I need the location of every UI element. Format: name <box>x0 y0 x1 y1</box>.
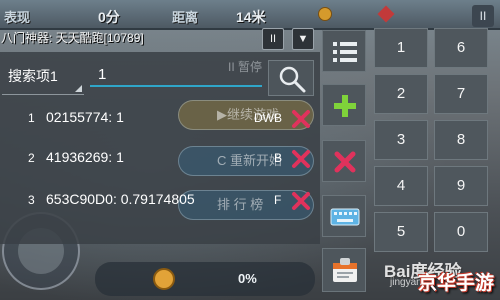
result-row[interactable]: 1 02155774: 1 DWB <box>0 102 320 136</box>
key-4[interactable]: 4 <box>374 166 428 206</box>
result-value: 653C90D0: 0.79174805 <box>46 191 195 207</box>
key-8[interactable]: 8 <box>434 120 488 160</box>
distance-value: 14米 <box>236 9 266 25</box>
score-label: 表现 <box>4 10 31 25</box>
coin-icon <box>318 7 332 21</box>
result-row[interactable]: 2 41936269: 1 B <box>0 142 320 176</box>
result-value: 02155774: 1 <box>46 109 124 125</box>
key-1[interactable]: 1 <box>374 28 428 68</box>
search-panel: II 暂停 搜索项1 ▶继续游戏 C 重新开始 排 行 榜 1 02155774… <box>0 52 320 244</box>
score-value: 0分 <box>98 9 120 25</box>
game-pause-icon[interactable]: II <box>472 5 494 27</box>
search-icon <box>279 66 306 93</box>
keyboard-button[interactable] <box>322 195 366 237</box>
game-bottom-bar <box>95 262 315 296</box>
add-icon <box>334 95 356 117</box>
app-title: 八门神器: 天天酷跑[10789] <box>1 31 144 45</box>
delete-result-icon[interactable] <box>290 190 312 212</box>
dropdown-corner-icon[interactable] <box>75 85 82 92</box>
result-tag: B <box>274 151 283 165</box>
jingyan-watermark: jingyan <box>390 277 422 288</box>
key-6[interactable]: 6 <box>434 28 488 68</box>
bottom-coin-icon <box>153 268 175 290</box>
list-button[interactable] <box>322 30 366 72</box>
pause-button[interactable]: II <box>262 28 284 50</box>
site-watermark: 京华手游 <box>418 273 495 294</box>
search-button[interactable] <box>268 60 314 96</box>
app-button[interactable] <box>322 248 366 292</box>
gem-icon <box>377 5 395 23</box>
collapse-button[interactable]: ▼ <box>292 28 314 50</box>
add-button[interactable] <box>322 84 366 126</box>
keyboard-icon <box>330 208 360 226</box>
search-input[interactable] <box>90 63 262 87</box>
search-label-underline <box>2 94 84 95</box>
key-2[interactable]: 2 <box>374 74 428 114</box>
key-5[interactable]: 5 <box>374 212 428 252</box>
game-top-bar: 表现 0分 距离 14米 II <box>0 0 500 30</box>
delete-button[interactable] <box>322 140 366 182</box>
distance-label: 距离 <box>172 10 199 25</box>
result-row[interactable]: 3 653C90D0: 0.79174805 F <box>0 184 320 218</box>
delete-icon <box>334 151 356 173</box>
delete-result-icon[interactable] <box>290 148 312 170</box>
key-0[interactable]: 0 <box>434 212 488 252</box>
app-icon <box>333 258 357 282</box>
result-value: 41936269: 1 <box>46 149 124 165</box>
progress-percent: 0% <box>238 271 257 286</box>
key-7[interactable]: 7 <box>434 74 488 114</box>
key-3[interactable]: 3 <box>374 120 428 160</box>
key-9[interactable]: 9 <box>434 166 488 206</box>
result-tag: F <box>274 193 282 207</box>
result-index: 1 <box>28 111 35 125</box>
result-tag: DWB <box>254 111 282 125</box>
result-index: 3 <box>28 193 35 207</box>
search-item-label: 搜索项1 <box>8 68 58 84</box>
delete-result-icon[interactable] <box>290 108 312 130</box>
result-index: 2 <box>28 151 35 165</box>
list-icon <box>333 42 357 62</box>
